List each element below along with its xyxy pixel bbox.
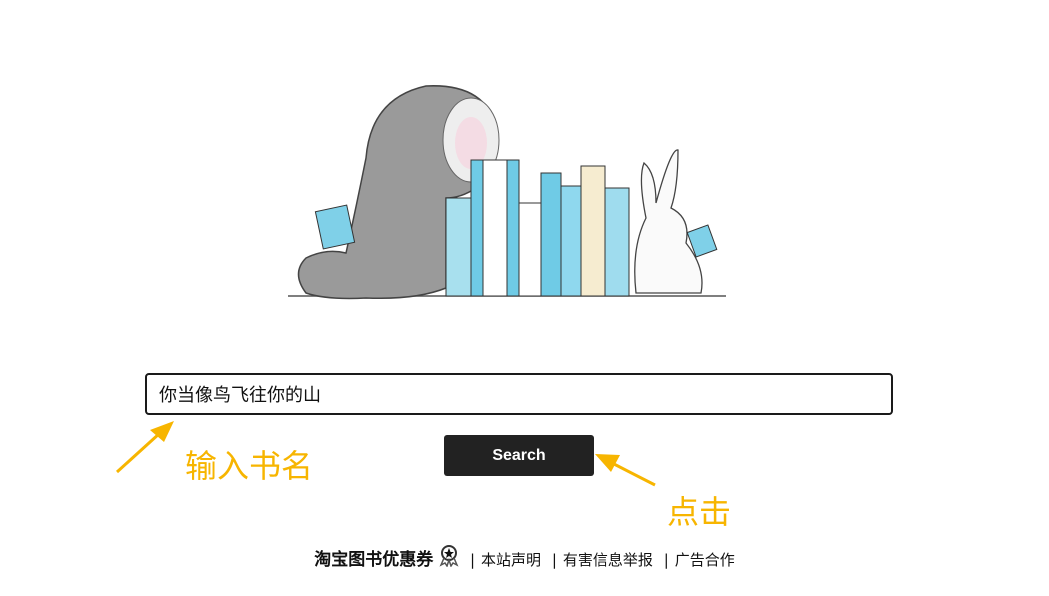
search-button[interactable]: Search <box>444 435 594 476</box>
arrow-to-button-icon <box>595 454 656 487</box>
footer-link-report[interactable]: 有害信息举报 <box>563 551 653 569</box>
award-badge-icon <box>439 545 459 571</box>
arrow-to-input-icon <box>115 421 174 474</box>
footer-brand-link[interactable]: 淘宝图书优惠券 <box>314 550 433 570</box>
separator: | <box>663 551 669 569</box>
footer-link-ads[interactable]: 广告合作 <box>675 551 735 569</box>
book-search-input[interactable] <box>145 373 893 415</box>
separator: | <box>469 551 476 569</box>
footer: 淘宝图书优惠券 | 本站声明 | 有害信息举报 | 广告合作 <box>0 545 1049 571</box>
elephant-bunny-books-illustration <box>288 85 726 300</box>
click-hint-annotation: 点击 <box>667 493 732 531</box>
footer-link-disclaimer[interactable]: 本站声明 <box>481 551 541 569</box>
input-hint-annotation: 输入书名 <box>185 447 314 485</box>
separator: | <box>551 551 557 569</box>
